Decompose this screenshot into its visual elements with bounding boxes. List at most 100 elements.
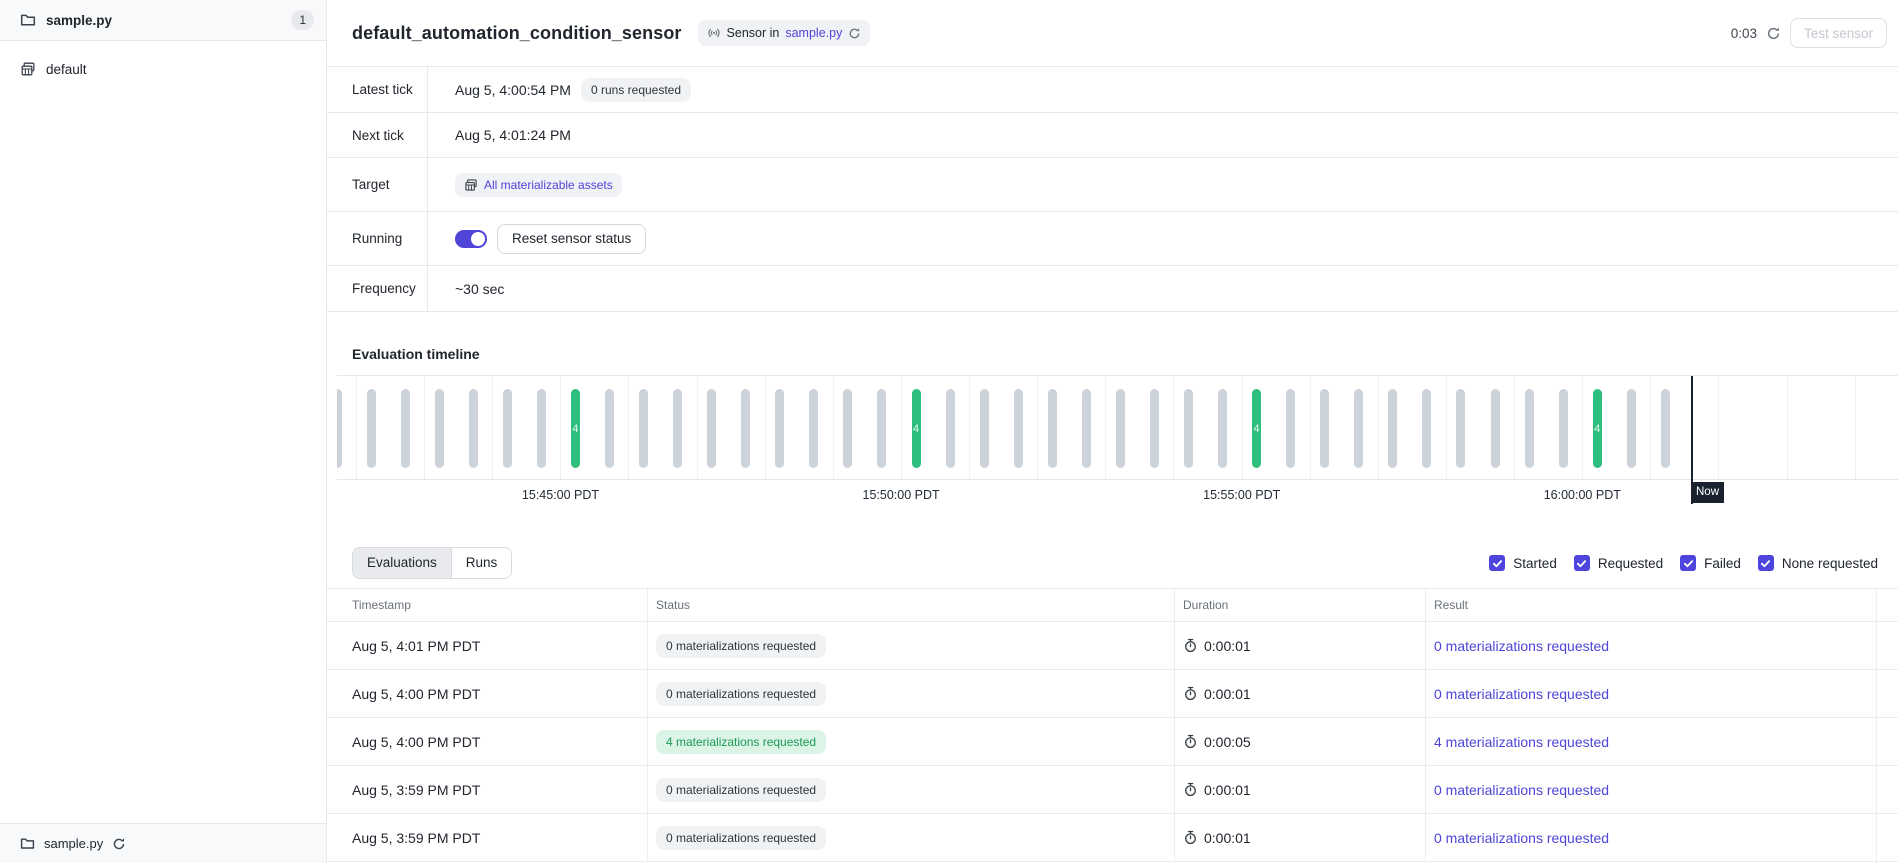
status-badge: 4 materializations requested — [656, 730, 826, 754]
timeline-bar[interactable] — [1354, 389, 1363, 468]
duration-value: 0:00:05 — [1183, 734, 1251, 750]
timeline-gridline — [1718, 376, 1719, 479]
duration-text: 0:00:01 — [1204, 782, 1251, 798]
timeline-bar[interactable] — [639, 389, 648, 468]
timeline-bar[interactable] — [1082, 389, 1091, 468]
folder-icon — [20, 836, 35, 851]
now-marker-tooltip: Now — [1691, 482, 1724, 503]
status-badge: 0 materializations requested — [656, 634, 826, 658]
timeline-bar[interactable] — [673, 389, 682, 468]
info-label: Latest tick — [327, 82, 427, 97]
timeline-bar[interactable] — [980, 389, 989, 468]
timeline-bar[interactable] — [775, 389, 784, 468]
sidebar-item-label: sample.py — [46, 13, 112, 28]
checkbox-checked-icon[interactable] — [1758, 555, 1774, 571]
timeline-bar[interactable] — [1014, 389, 1023, 468]
filter-started[interactable]: Started — [1489, 555, 1557, 571]
timeline-gridline — [969, 376, 970, 479]
timeline-bar[interactable] — [337, 389, 342, 468]
timeline-bar[interactable] — [946, 389, 955, 468]
timeline-gridline — [1582, 376, 1583, 479]
duration-text: 0:00:01 — [1204, 638, 1251, 654]
timeline-bar[interactable] — [367, 389, 376, 468]
timeline-bar[interactable] — [707, 389, 716, 468]
timeline-gridline — [1310, 376, 1311, 479]
timeline-bar[interactable] — [1048, 389, 1057, 468]
timeline-gridline — [1378, 376, 1379, 479]
reload-icon[interactable] — [848, 27, 861, 40]
timeline-bar[interactable] — [1116, 389, 1125, 468]
test-sensor-button[interactable]: Test sensor — [1790, 18, 1887, 48]
table-header-row: Timestamp Status Duration Result — [327, 589, 1898, 622]
timeline-bar[interactable] — [503, 389, 512, 468]
timeline-heading: Evaluation timeline — [352, 346, 480, 362]
reset-sensor-status-button[interactable]: Reset sensor status — [497, 224, 646, 254]
sidebar-item-label: default — [46, 62, 87, 77]
timeline-bar[interactable] — [469, 389, 478, 468]
target-assets-link[interactable]: All materializable assets — [455, 173, 622, 197]
timeline-bar[interactable] — [1559, 389, 1568, 468]
timeline-bar[interactable] — [435, 389, 444, 468]
column-header-timestamp: Timestamp — [327, 589, 648, 621]
timeline-bar[interactable] — [1491, 389, 1500, 468]
filter-none-requested[interactable]: None requested — [1758, 555, 1878, 571]
reload-icon[interactable] — [112, 837, 126, 851]
tab-evaluations[interactable]: Evaluations — [353, 548, 452, 578]
timeline-bar[interactable] — [1422, 389, 1431, 468]
sensor-tag-file-link[interactable]: sample.py — [785, 26, 842, 40]
sidebar-item-sample-py[interactable]: sample.py 1 — [0, 0, 326, 41]
running-toggle[interactable] — [455, 230, 487, 248]
stopwatch-icon — [1183, 638, 1198, 653]
timeline-bar[interactable] — [1218, 389, 1227, 468]
refresh-icon[interactable] — [1766, 26, 1781, 41]
timeline-bar[interactable] — [537, 389, 546, 468]
timeline-bar-requested[interactable]: 4 — [912, 389, 921, 468]
status-filters: Started Requested Failed None requested — [1489, 547, 1878, 579]
timeline-axis — [337, 479, 1898, 480]
tab-runs[interactable]: Runs — [452, 548, 512, 578]
timeline-bar[interactable] — [1661, 389, 1670, 468]
timeline-bar[interactable] — [809, 389, 818, 468]
evaluation-timestamp: Aug 5, 3:59 PM PDT — [352, 830, 480, 846]
status-badge: 0 materializations requested — [656, 778, 826, 802]
timeline-bar[interactable] — [1150, 389, 1159, 468]
table-row: Aug 5, 4:00 PM PDT4 materializations req… — [327, 718, 1898, 766]
timeline-gridline — [1650, 376, 1651, 479]
timeline-bar[interactable] — [741, 389, 750, 468]
timeline-bar[interactable] — [1456, 389, 1465, 468]
checkbox-checked-icon[interactable] — [1574, 555, 1590, 571]
timeline-bar[interactable] — [401, 389, 410, 468]
timeline-bar[interactable] — [1525, 389, 1534, 468]
checkbox-checked-icon[interactable] — [1680, 555, 1696, 571]
filter-failed[interactable]: Failed — [1680, 555, 1741, 571]
sidebar-item-default[interactable]: default — [0, 51, 326, 87]
page-header: default_automation_condition_sensor Sens… — [327, 0, 1898, 66]
timeline-bar-requested[interactable]: 4 — [571, 389, 580, 468]
timeline-gridline — [492, 376, 493, 479]
duration-text: 0:00:05 — [1204, 734, 1251, 750]
result-link[interactable]: 0 materializations requested — [1434, 830, 1609, 846]
timeline-bar-requested[interactable]: 4 — [1593, 389, 1602, 468]
evaluation-timestamp: Aug 5, 4:00 PM PDT — [352, 686, 480, 702]
result-link[interactable]: 0 materializations requested — [1434, 782, 1609, 798]
timeline-bar[interactable] — [1184, 389, 1193, 468]
timeline-bar[interactable] — [1388, 389, 1397, 468]
timeline-bar[interactable] — [1286, 389, 1295, 468]
timeline-bar[interactable] — [877, 389, 886, 468]
result-link[interactable]: 0 materializations requested — [1434, 638, 1609, 654]
stopwatch-icon — [1183, 686, 1198, 701]
sensor-info-table: Latest tick Aug 5, 4:00:54 PM 0 runs req… — [327, 66, 1898, 312]
timeline-gridline — [901, 376, 902, 479]
scrollbar-track[interactable] — [1876, 588, 1877, 863]
checkbox-checked-icon[interactable] — [1489, 555, 1505, 571]
timeline-bar-requested[interactable]: 4 — [1252, 389, 1261, 468]
timeline-bar[interactable] — [843, 389, 852, 468]
timeline-bar[interactable] — [1320, 389, 1329, 468]
timeline-bar[interactable] — [605, 389, 614, 468]
sensor-count-badge: 1 — [291, 10, 314, 30]
timeline-bar[interactable] — [1627, 389, 1636, 468]
result-link[interactable]: 0 materializations requested — [1434, 686, 1609, 702]
table-row: Aug 5, 3:59 PM PDT 0 materializations req… — [327, 814, 1898, 862]
filter-requested[interactable]: Requested — [1574, 555, 1663, 571]
result-link[interactable]: 4 materializations requested — [1434, 734, 1609, 750]
